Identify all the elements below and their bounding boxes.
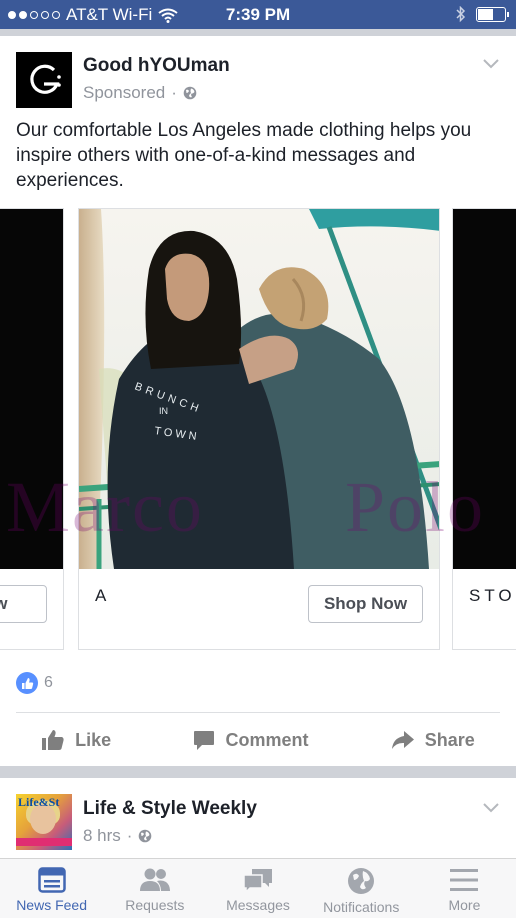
share-label: Share [424, 729, 475, 750]
messages-icon [243, 869, 272, 893]
tab-label: Requests [125, 897, 185, 913]
reactions-summary[interactable]: 6 [16, 672, 53, 694]
tab-label: More [448, 897, 481, 913]
chevron-down-icon[interactable] [482, 802, 500, 814]
card-image[interactable] [0, 209, 63, 569]
news-feed-icon [37, 867, 66, 893]
globe-icon [183, 86, 197, 100]
tab-messages[interactable]: Messages [206, 859, 309, 918]
bluetooth-icon [456, 6, 466, 23]
battery-fill [478, 9, 494, 20]
card-label: STO [469, 586, 516, 605]
status-right [456, 6, 509, 23]
comment-icon [194, 731, 215, 750]
tab-notifications[interactable]: Notifications [310, 859, 413, 918]
page-avatar[interactable] [16, 52, 72, 108]
like-button[interactable]: Like [41, 729, 111, 751]
ad-carousel[interactable]: Now [0, 208, 516, 650]
feed-separator [0, 29, 516, 36]
comment-button[interactable]: Comment [193, 729, 308, 751]
globe-icon [139, 829, 152, 843]
card-image[interactable]: BRUNCH IN TOWN [79, 209, 439, 569]
carousel-card[interactable]: BRUNCH IN TOWN A Shop Now [78, 208, 440, 650]
feed-separator [0, 766, 516, 778]
meta-dot: · [126, 826, 133, 845]
like-reaction-icon [16, 672, 38, 694]
bottom-tab-bar: News Feed Requests Messages Notification… [0, 858, 516, 918]
battery-icon [476, 7, 509, 22]
sponsored-post: Good hYOUman Sponsored · Our comfortable… [0, 36, 516, 766]
sponsored-label[interactable]: Sponsored [83, 83, 165, 103]
magazine-title: Life&St [18, 795, 60, 809]
shirt-print: IN [159, 406, 168, 416]
like-label: Like [75, 729, 112, 750]
shop-now-button[interactable]: Now [0, 585, 47, 623]
chevron-down-icon[interactable] [482, 58, 500, 70]
post-actions: Like Comment Share [0, 718, 516, 762]
product-photo: BRUNCH IN TOWN [79, 209, 439, 569]
tab-label: Messages [226, 897, 290, 913]
carousel-card[interactable]: Now [0, 208, 64, 650]
actions-divider [16, 712, 500, 713]
magazine-avatar[interactable]: Life&St [16, 794, 72, 850]
magazine-banner [16, 838, 72, 846]
page-name[interactable]: Life & Style Weekly [83, 798, 257, 820]
page-name[interactable]: Good hYOUman [83, 55, 230, 77]
clock: 7:39 PM [225, 5, 291, 24]
card-label: A [95, 586, 107, 605]
card-image[interactable] [453, 209, 516, 569]
more-icon [450, 869, 479, 891]
tab-news-feed[interactable]: News Feed [0, 859, 103, 918]
good-hyouman-logo-icon [30, 64, 61, 94]
tab-label: Notifications [323, 899, 400, 915]
status-bar: AT&T Wi-Fi 7:39 PM [0, 0, 516, 29]
thumbs-up-icon [42, 730, 64, 750]
post-time[interactable]: 8 hrs [83, 826, 121, 846]
share-button[interactable]: Share [391, 730, 475, 751]
tab-requests[interactable]: Requests [103, 859, 206, 918]
post-meta: 8 hrs · [83, 826, 152, 846]
post-text: Our comfortable Los Angeles made clothin… [16, 120, 472, 191]
carousel-card[interactable]: STO [452, 208, 516, 650]
share-icon [391, 731, 414, 749]
like-count: 6 [44, 674, 53, 691]
next-post: Life&St Life & Style Weekly 8 hrs · [0, 778, 516, 858]
shop-now-button[interactable]: Shop Now [308, 585, 423, 623]
tab-label: News Feed [16, 897, 87, 913]
tab-more[interactable]: More [413, 859, 516, 918]
meta-dot: · [171, 83, 177, 102]
post-meta: Sponsored · [83, 83, 197, 103]
comment-label: Comment [225, 729, 309, 750]
notifications-icon [348, 868, 375, 894]
requests-icon [139, 868, 170, 891]
